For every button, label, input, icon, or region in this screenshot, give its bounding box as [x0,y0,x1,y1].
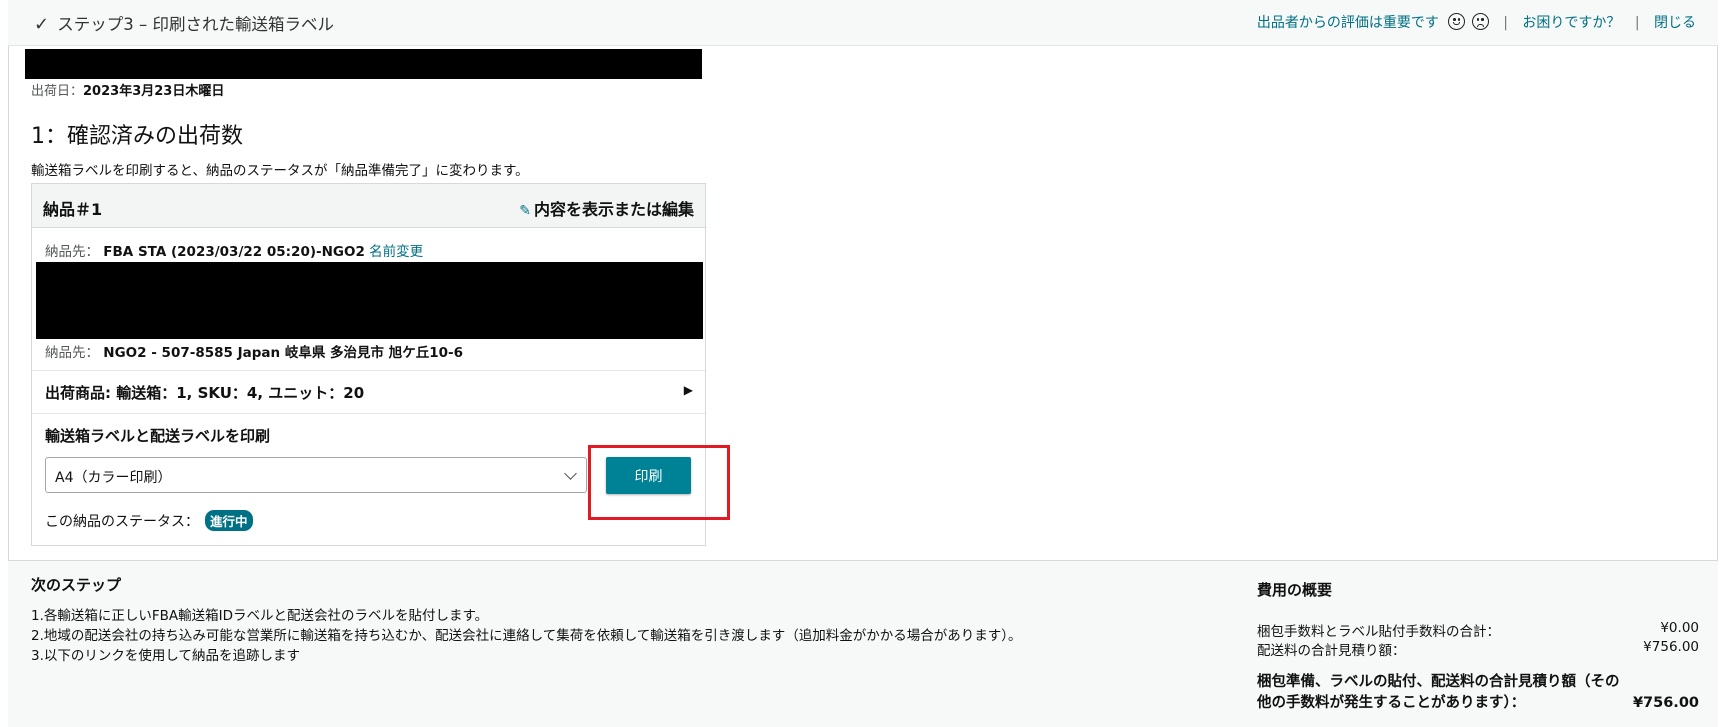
card-header: 納品＃1 ✎ 内容を表示または編集 [32,184,705,228]
destination-label: 納品先： [45,345,99,361]
shipment-status: この納品のステータス： 進行中 [45,510,253,531]
destination-address: NGO2 - 507-8585 Japan 岐阜県 多治見市 旭ケ丘10-6 [103,345,464,361]
view-edit-label: 内容を表示または編集 [533,200,694,219]
step-title[interactable]: ✓ ステップ3 – 印刷された輸送箱ラベル [34,11,334,35]
help-link[interactable]: お困りですか？ [1522,15,1620,31]
header-links: 出品者からの評価は重要です | お困りですか？ | 閉じる [1257,12,1696,32]
destination-address-row: 納品先： NGO2 - 507-8585 Japan 岐阜県 多治見市 旭ケ丘1… [45,341,463,361]
check-icon: ✓ [34,14,50,35]
smile-icon[interactable] [1448,13,1466,30]
ship-date-value: 2023年3月23日木曜日 [83,84,225,99]
total-value: ¥756.00 [1632,695,1699,711]
cost-summary-title: 費用の概要 [1257,581,1333,599]
footer-panel: 次のステップ 1.各輸送箱に正しいFBA輸送箱IDラベルと配送会社のラベルを貼付… [8,560,1718,727]
rename-link[interactable]: 名前変更 [369,244,423,260]
total-label: 梱包準備、ラベルの貼付、配送料の合計見積り額（その他の手数料が発生することがあり… [1257,674,1620,711]
divider [32,413,705,414]
shipment-name: 納品＃1 [43,200,103,219]
expand-arrow-icon[interactable]: ▶ [684,383,693,397]
view-edit-link[interactable]: ✎ 内容を表示または編集 [519,196,694,220]
ship-date: 出荷日：2023年3月23日木曜日 [31,80,224,99]
redacted-block [25,49,702,79]
chevron-down-icon [564,467,577,480]
redacted-block [36,262,703,339]
items-summary[interactable]: 出荷商品: 輸送箱：1, SKU：4, ユニット：20 [45,382,364,403]
fee-label: 梱包手数料とラベル貼付手数料の合計： [1257,624,1500,640]
shipping-label: 配送料の合計見積り額： [1257,643,1406,659]
list-item: 1.各輸送箱に正しいFBA輸送箱IDラベルと配送会社のラベルを貼付します。 [31,608,489,624]
shipping-row: 配送料の合計見積り額： ¥756.00 [1257,639,1699,659]
paper-type-select[interactable]: A4（カラー印刷） [45,457,587,493]
status-label: この納品のステータス： [45,514,199,530]
step-header: ✓ ステップ3 – 印刷された輸送箱ラベル 出品者からの評価は重要です | お困… [8,0,1718,46]
total-row: 梱包準備、ラベルの貼付、配送料の合計見積り額（その他の手数料が発生することがあり… [1257,672,1699,714]
print-labels-heading: 輸送箱ラベルと配送ラベルを印刷 [45,427,271,445]
separator: | [1503,15,1508,31]
status-badge: 進行中 [205,510,253,531]
pencil-icon: ✎ [519,203,531,219]
paper-type-value: A4（カラー印刷） [55,470,172,486]
feedback-link[interactable]: 出品者からの評価は重要です [1257,15,1439,31]
close-link[interactable]: 閉じる [1654,15,1696,31]
list-item: 2.地域の配送会社の持ち込み可能な営業所に輸送箱を持ち込むか、配送会社に連絡して… [31,628,1022,644]
list-item: 3.以下のリンクを使用して納品を追跡します [31,648,300,664]
section-note: 輸送箱ラベルを印刷すると、納品のステータスが「納品準備完了」に変わります。 [31,163,529,179]
next-steps-list: 1.各輸送箱に正しいFBA輸送箱IDラベルと配送会社のラベルを貼付します。 2.… [31,606,1022,666]
separator: | [1634,15,1640,31]
frown-icon[interactable] [1471,13,1489,30]
destination-label: 納品先： [45,244,99,260]
fee-row: 梱包手数料とラベル貼付手数料の合計： ¥0.00 [1257,620,1699,640]
fee-value: ¥0.00 [1660,620,1699,636]
step-title-text: ステップ3 – 印刷された輸送箱ラベル [57,15,334,34]
destination-name-row: 納品先： FBA STA (2023/03/22 05:20)-NGO2 名前変… [45,240,423,260]
destination-name: FBA STA (2023/03/22 05:20)-NGO2 [103,244,365,260]
print-button-highlight [588,445,730,520]
divider [32,370,705,371]
shipping-value: ¥756.00 [1643,639,1699,655]
next-steps-title: 次のステップ [31,576,122,594]
ship-date-label: 出荷日： [31,84,84,99]
section-title: 1：確認済みの出荷数 [31,124,243,149]
